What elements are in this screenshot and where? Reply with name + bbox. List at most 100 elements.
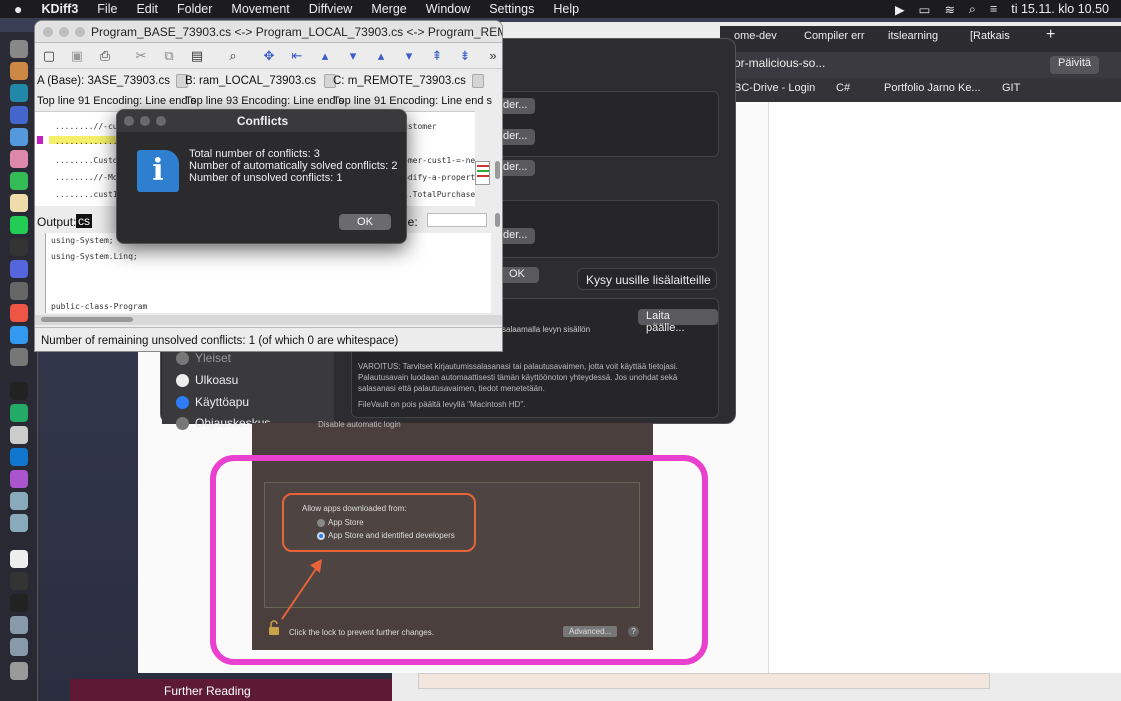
scroll-thumb[interactable] (41, 317, 133, 322)
print-icon[interactable]: ⎙ (97, 48, 113, 64)
close-button[interactable] (124, 116, 134, 126)
play-icon[interactable]: ▶ (895, 2, 905, 17)
app-icon[interactable] (10, 470, 28, 488)
close-button[interactable] (43, 27, 53, 37)
update-button[interactable]: Päivitä (1050, 56, 1100, 74)
kdiff-icon[interactable] (10, 282, 28, 300)
next-delta-icon[interactable]: ▾ (345, 48, 361, 64)
menu-folder[interactable]: Folder (177, 2, 212, 16)
prev-delta-icon[interactable]: ▴ (317, 48, 333, 64)
brave-icon[interactable] (10, 304, 28, 322)
address-text[interactable]: or-malicious-so... (734, 56, 825, 74)
vscode-icon[interactable] (10, 84, 28, 102)
menu-window[interactable]: Window (426, 2, 470, 16)
goto-current-icon[interactable]: ✥ (261, 48, 277, 64)
save-icon[interactable]: ▣ (69, 48, 85, 64)
clock[interactable]: ti 15.11. klo 10.50 (1011, 2, 1109, 16)
bookmark-csharp[interactable]: C# (836, 82, 850, 100)
minimize-button[interactable] (140, 116, 150, 126)
window-icon-4[interactable] (10, 638, 28, 656)
sidebar-item-yleiset[interactable]: Yleiset (176, 351, 231, 365)
tab-ratkais[interactable]: [Ratkais (970, 30, 1010, 48)
menu-file[interactable]: File (97, 2, 117, 16)
output-scrollbar[interactable] (495, 213, 500, 227)
pane-b-header: B: ram_LOCAL_73903.cs (185, 74, 337, 94)
window-icon-3[interactable] (10, 616, 28, 634)
spotify-icon[interactable] (10, 216, 28, 234)
search-icon[interactable]: ⌕ (969, 2, 976, 17)
terminal-icon-2[interactable] (10, 382, 28, 400)
maps-icon[interactable] (10, 448, 28, 466)
prev-conflict-icon[interactable]: ▴ (373, 48, 389, 64)
horizontal-scrollbar[interactable] (35, 315, 502, 325)
discord-icon[interactable] (10, 260, 28, 278)
document-icon[interactable] (10, 550, 28, 568)
more-icon[interactable]: » (485, 48, 501, 64)
filevault-partial-text: salaamalla levyn sisällön (502, 325, 591, 334)
wifi-icon[interactable]: ≋ (944, 2, 954, 17)
ok-button[interactable]: OK (339, 214, 391, 230)
next-unsolved-icon[interactable]: ⇟ (457, 48, 473, 64)
new-icon[interactable]: ▢ (41, 48, 57, 64)
zoom-button[interactable] (75, 27, 85, 37)
window-icon-2[interactable] (10, 594, 28, 612)
window-icon[interactable] (10, 572, 28, 590)
teams-icon[interactable] (10, 106, 28, 124)
preview-icon-2[interactable] (10, 514, 28, 532)
tab-compiler[interactable]: Compiler err (804, 30, 865, 48)
xcode-icon[interactable] (10, 128, 28, 146)
paste-icon[interactable]: ▤ (189, 48, 205, 64)
menu-edit[interactable]: Edit (136, 2, 158, 16)
launchpad-icon[interactable] (10, 62, 28, 80)
minimize-button[interactable] (59, 27, 69, 37)
kdiff-title-text: Program_BASE_73903.cs <-> Program_LOCAL_… (91, 25, 503, 39)
settings-icon[interactable] (10, 348, 28, 366)
code-line: ........//-Mod (55, 173, 123, 182)
menu-help[interactable]: Help (553, 2, 579, 16)
turn-on-button[interactable]: Laita päälle... (638, 309, 718, 334)
tab-ome-dev[interactable]: ome-dev (734, 30, 777, 48)
app-store-icon[interactable] (10, 326, 28, 344)
ask-new-dropdown[interactable]: Kysy uusille lisälaitteille (577, 268, 717, 290)
finder-icon[interactable] (10, 40, 28, 58)
battery-icon[interactable]: ▭ (919, 2, 931, 17)
photos-icon[interactable] (10, 150, 28, 168)
address-bar[interactable]: or-malicious-so... Päivitä (720, 52, 1121, 78)
goto-top-icon[interactable]: ⇤ (289, 48, 305, 64)
tab-itslearning[interactable]: itslearning (888, 30, 938, 48)
encoding: Encoding: Line end s (389, 95, 493, 107)
preview-icon[interactable] (10, 492, 28, 510)
menu-settings[interactable]: Settings (489, 2, 534, 16)
output-pane[interactable]: using-System; using-System.Linq; public-… (45, 233, 491, 313)
sidebar-item-ulkoasu[interactable]: Ulkoasu (176, 373, 238, 387)
cut-icon[interactable]: ✂ (133, 48, 149, 64)
terminal-icon[interactable] (10, 238, 28, 256)
excel-icon[interactable] (10, 404, 28, 422)
control-center-icon[interactable]: ≡ (990, 2, 997, 16)
new-tab-icon[interactable]: + (1046, 26, 1055, 44)
menu-movement[interactable]: Movement (231, 2, 289, 16)
further-reading-bar[interactable]: Further Reading (70, 679, 392, 701)
textedit-icon[interactable] (10, 426, 28, 444)
copy-icon[interactable]: ⧉ (161, 48, 177, 64)
search-icon[interactable]: ⌕ (225, 48, 241, 64)
menu-diffview[interactable]: Diffview (309, 2, 353, 16)
menu-app[interactable]: KDiff3 (41, 2, 78, 16)
overview-bar[interactable] (475, 161, 490, 185)
style-field[interactable] (427, 213, 487, 227)
output-filename[interactable]: cs (76, 214, 92, 228)
pane-c-browse[interactable] (471, 74, 484, 88)
sidebar-item-kayttoapu[interactable]: Käyttöapu (176, 395, 249, 409)
next-conflict-icon[interactable]: ▾ (401, 48, 417, 64)
notes-icon[interactable] (10, 194, 28, 212)
facetime-icon[interactable] (10, 172, 28, 190)
trash-icon[interactable] (10, 662, 28, 680)
bookmark-git[interactable]: GIT (1002, 82, 1020, 100)
bookmark-bc-drive[interactable]: BC-Drive - Login (734, 82, 815, 100)
vertical-scrollbar[interactable] (495, 161, 500, 179)
menu-merge[interactable]: Merge (371, 2, 406, 16)
zoom-button[interactable] (156, 116, 166, 126)
bookmark-portfolio[interactable]: Portfolio Jarno Ke... (884, 82, 981, 100)
apple-icon[interactable]: ● (14, 1, 22, 17)
prev-unsolved-icon[interactable]: ⇞ (429, 48, 445, 64)
